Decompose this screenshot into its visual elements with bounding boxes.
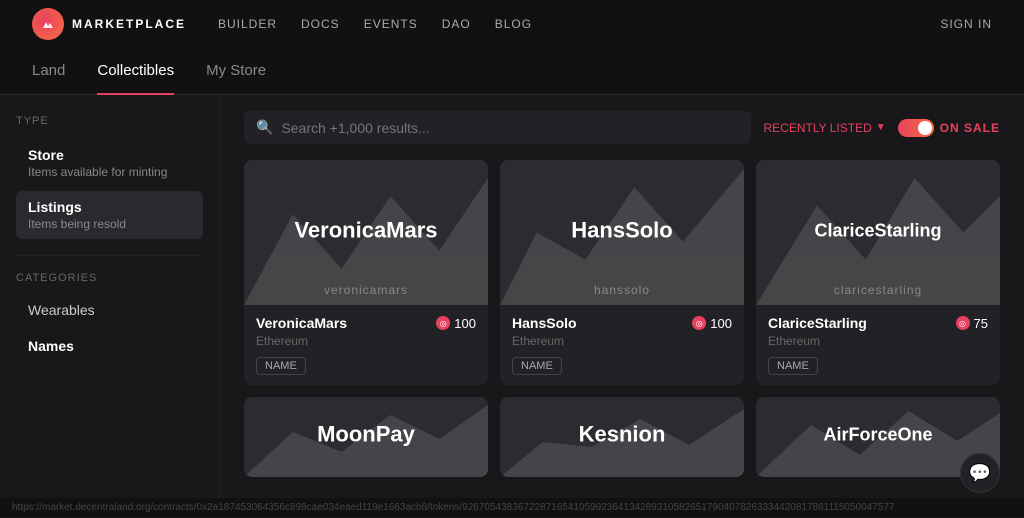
card-0-tag: NAME [256,357,306,375]
price-icon-0: ◎ [436,316,450,330]
card-4-title-overlay: Kesnion [579,421,666,447]
nav-builder[interactable]: BUILDER [218,17,277,31]
card-2-tag: NAME [768,357,818,375]
store-title: Store [28,147,191,163]
main-content: 🔍 RECENTLY LISTED ▼ ON SALE [220,95,1024,518]
sidebar-item-listings[interactable]: Listings Items being resold [16,191,203,239]
card-2[interactable]: ClariceStarling claricestarling ClariceS… [756,160,1000,385]
price-icon-2: ◎ [956,316,970,330]
card-2-title-overlay: ClariceStarling [814,220,941,241]
status-bar: https://market.decentraland.org/contract… [0,498,1024,517]
card-1-name-row: HansSolo ◎ 100 [512,315,732,331]
main-nav: BUILDER DOCS EVENTS DAO BLOG [218,17,532,31]
card-2-price: ◎ 75 [956,316,988,331]
nav-docs[interactable]: DOCS [301,17,340,31]
card-0-chain: Ethereum [256,334,476,348]
nav-blog[interactable]: BLOG [495,17,532,31]
card-1-info: HansSolo ◎ 100 Ethereum NAME [500,305,744,385]
status-bar-text: https://market.decentraland.org/contract… [12,502,894,513]
tab-land[interactable]: Land [32,48,65,95]
card-1-title-overlay: HansSolo [571,217,672,243]
card-2-chain: Ethereum [768,334,988,348]
card-1-price: ◎ 100 [692,316,732,331]
card-0-username: veronicamars [324,283,408,297]
chat-icon: 💬 [969,463,991,484]
price-icon-1: ◎ [692,316,706,330]
card-1-image: HansSolo hanssolo [500,160,744,305]
sidebar: TYPE Store Items available for minting L… [0,95,220,518]
listings-sub: Items being resold [28,217,191,231]
card-2-name-row: ClariceStarling ◎ 75 [768,315,988,331]
card-0-info: VeronicaMars ◎ 100 Ethereum NAME [244,305,488,385]
card-1-chain: Ethereum [512,334,732,348]
card-1-price-value: 100 [710,316,732,331]
card-1-username: hanssolo [594,283,650,297]
recently-listed-button[interactable]: RECENTLY LISTED ▼ [763,121,885,135]
card-2-username: claricestarling [834,283,922,297]
categories-label: CATEGORIES [16,272,203,284]
card-1[interactable]: HansSolo hanssolo HansSolo ◎ 100 Ethereu… [500,160,744,385]
nav-dao[interactable]: DAO [442,17,471,31]
card-0-name: VeronicaMars [256,315,347,331]
card-2-name: ClariceStarling [768,315,867,331]
card-5-title-overlay: AirForceOne [823,424,932,445]
tab-bar: Land Collectibles My Store [0,48,1024,95]
card-0[interactable]: VeronicaMars veronicamars VeronicaMars ◎… [244,160,488,385]
card-4[interactable]: Kesnion [500,397,744,477]
card-3[interactable]: MoonPay [244,397,488,477]
card-1-tag: NAME [512,357,562,375]
on-sale-toggle[interactable] [898,119,934,137]
store-sub: Items available for minting [28,165,191,179]
on-sale-label: ON SALE [940,121,1000,135]
brand-label: MARKETPLACE [72,17,186,31]
header: MARKETPLACE BUILDER DOCS EVENTS DAO BLOG… [0,0,1024,48]
card-0-price: ◎ 100 [436,316,476,331]
tab-my-store[interactable]: My Store [206,48,266,95]
logo-icon [32,8,64,40]
toggle-knob [918,121,932,135]
search-icon: 🔍 [256,119,273,136]
sidebar-divider [16,255,203,256]
cards-grid: VeronicaMars veronicamars VeronicaMars ◎… [244,160,1000,477]
tab-collectibles[interactable]: Collectibles [97,48,174,95]
card-3-title-overlay: MoonPay [317,421,415,447]
card-3-image: MoonPay [244,397,488,477]
card-2-price-value: 75 [974,316,988,331]
card-0-title-overlay: VeronicaMars [294,217,437,243]
toolbar: 🔍 RECENTLY LISTED ▼ ON SALE [244,111,1000,144]
search-wrap[interactable]: 🔍 [244,111,751,144]
card-0-image: VeronicaMars veronicamars [244,160,488,305]
search-input[interactable] [281,120,739,136]
type-label: TYPE [16,115,203,127]
sidebar-item-store[interactable]: Store Items available for minting [16,139,203,187]
sign-in-button[interactable]: SIGN IN [940,17,992,31]
logo[interactable]: MARKETPLACE [32,8,186,40]
toolbar-right: RECENTLY LISTED ▼ ON SALE [763,119,1000,137]
recently-listed-label: RECENTLY LISTED [763,121,871,135]
card-0-name-row: VeronicaMars ◎ 100 [256,315,476,331]
on-sale-toggle-wrap: ON SALE [898,119,1000,137]
card-2-info: ClariceStarling ◎ 75 Ethereum NAME [756,305,1000,385]
sidebar-cat-wearables[interactable]: Wearables [16,294,203,326]
main-layout: TYPE Store Items available for minting L… [0,95,1024,518]
card-2-image: ClariceStarling claricestarling [756,160,1000,305]
listings-title: Listings [28,199,191,215]
card-0-price-value: 100 [454,316,476,331]
card-1-name: HansSolo [512,315,577,331]
chevron-down-icon: ▼ [876,122,886,133]
nav-events[interactable]: EVENTS [364,17,418,31]
card-4-image: Kesnion [500,397,744,477]
sidebar-cat-names[interactable]: Names [16,330,203,362]
chat-bubble[interactable]: 💬 [960,453,1000,493]
